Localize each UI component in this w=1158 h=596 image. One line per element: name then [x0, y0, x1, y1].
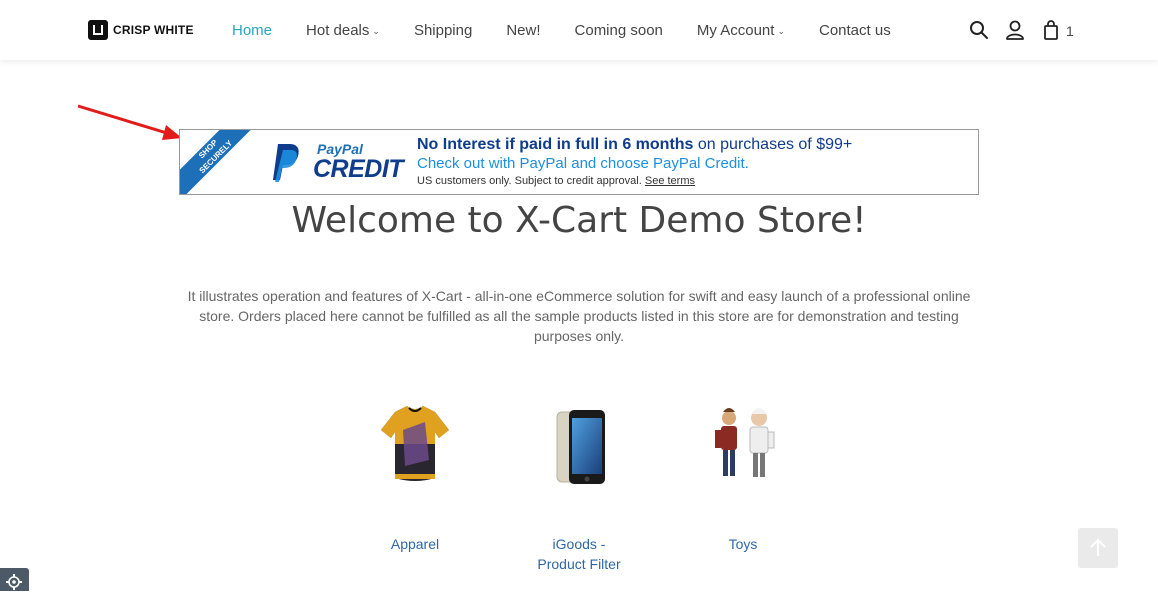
- nav-shipping[interactable]: Shipping: [414, 22, 472, 39]
- logo-mark-icon: [88, 20, 108, 40]
- paypal-credit-banner[interactable]: SHOP SECURELY PayPal CREDIT No Interest …: [179, 129, 979, 195]
- gear-icon: [6, 574, 22, 590]
- nav-contact-us[interactable]: Contact us: [819, 22, 891, 39]
- nav-coming-soon[interactable]: Coming soon: [575, 22, 663, 39]
- logo-text: CRISP WHITE: [113, 23, 194, 37]
- chevron-down-icon: ⌄: [777, 25, 785, 36]
- header-actions: 1: [968, 18, 1074, 42]
- category-igoods[interactable]: iGoods - Product Filter: [519, 390, 639, 574]
- nav-my-account[interactable]: My Account ⌄: [697, 22, 785, 39]
- igoods-phones-image: [529, 390, 629, 490]
- arrow-up-icon: [1090, 538, 1106, 556]
- nav-new[interactable]: New!: [506, 22, 540, 39]
- user-icon[interactable]: [1004, 19, 1026, 41]
- category-toys[interactable]: Toys: [683, 390, 803, 554]
- category-label: Toys: [728, 536, 758, 552]
- paypal-logo-icon: [273, 144, 299, 182]
- site-header: CRISP WHITE Home Hot deals ⌄ Shipping New…: [0, 0, 1158, 60]
- cart-icon[interactable]: [1040, 19, 1062, 41]
- shop-securely-ribbon: SHOP SECURELY: [180, 130, 260, 194]
- nav-home[interactable]: Home: [232, 22, 272, 39]
- credit-wordmark: CREDIT: [313, 155, 404, 183]
- cart-count-badge[interactable]: 1: [1066, 23, 1074, 39]
- apparel-jersey-image: [365, 390, 465, 490]
- settings-button[interactable]: [0, 568, 29, 591]
- banner-headline: No Interest if paid in full in 6 months …: [417, 136, 853, 153]
- category-label: iGoods - Product Filter: [537, 536, 621, 572]
- nav-hot-deals[interactable]: Hot deals ⌄: [306, 22, 380, 39]
- see-terms-link[interactable]: See terms: [645, 175, 695, 187]
- category-apparel[interactable]: Apparel: [355, 390, 475, 554]
- store-logo[interactable]: CRISP WHITE: [88, 20, 194, 40]
- chevron-down-icon: ⌄: [372, 25, 380, 36]
- annotation-arrow-icon: [77, 104, 182, 140]
- banner-disclaimer: US customers only. Subject to credit app…: [417, 175, 695, 187]
- main-nav: Home Hot deals ⌄ Shipping New! Coming soo…: [215, 0, 908, 60]
- page-title: Welcome to X-Cart Demo Store!: [291, 200, 867, 241]
- banner-subline: Check out with PayPal and choose PayPal …: [417, 155, 749, 172]
- search-icon[interactable]: [968, 19, 990, 41]
- scroll-to-top-button[interactable]: [1078, 528, 1118, 568]
- intro-text: It illustrates operation and features of…: [187, 288, 971, 344]
- toys-figures-image: [693, 390, 793, 490]
- category-label: Apparel: [390, 536, 440, 552]
